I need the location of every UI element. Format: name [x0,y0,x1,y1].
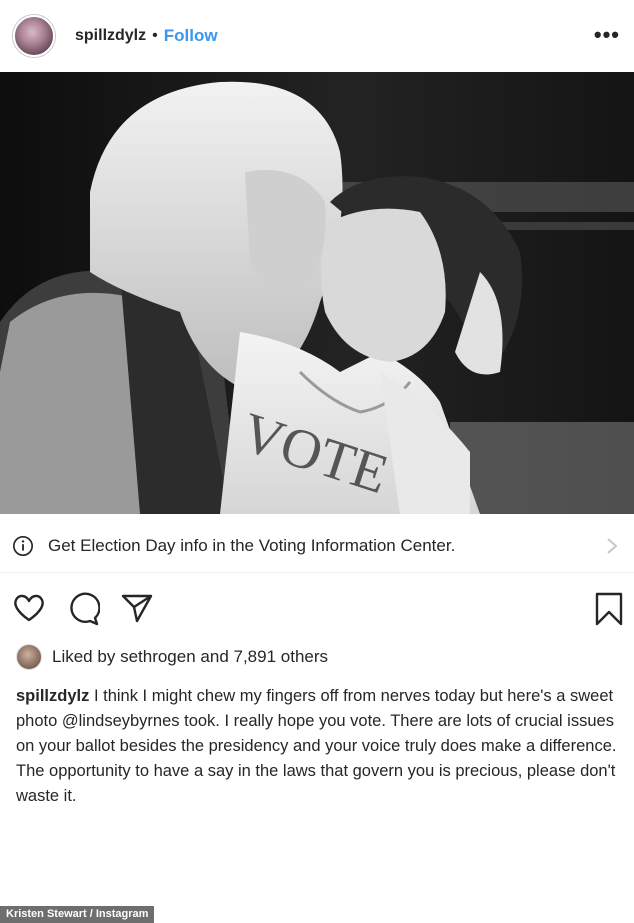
liker-username[interactable]: sethrogen [120,647,196,666]
post-header: spillzdylz • Follow ••• [0,0,634,72]
photo-credit: Kristen Stewart / Instagram [0,906,155,923]
likes-prefix: Liked by [52,647,116,666]
chevron-right-icon [607,538,618,554]
separator-dot: • [152,27,158,44]
bookmark-icon[interactable] [594,592,624,626]
likes-text[interactable]: Liked by sethrogen and 7,891 others [52,647,328,667]
post-caption: spillzdylz I think I might chew my finge… [16,684,626,809]
caption-mention[interactable]: @lindseybyrnes [62,712,180,730]
more-options-icon[interactable]: ••• [594,22,620,48]
voting-info-text: Get Election Day info in the Voting Info… [48,536,456,555]
post-photo-image: VOTE [0,72,634,514]
comment-icon[interactable] [66,592,100,626]
info-icon [13,536,33,556]
voting-info-banner[interactable]: Get Election Day info in the Voting Info… [0,520,634,573]
follow-button[interactable]: Follow [164,26,218,46]
heart-icon[interactable] [12,592,46,624]
share-icon[interactable] [120,592,154,624]
caption-username[interactable]: spillzdylz [16,687,89,705]
likes-suffix[interactable]: and 7,891 others [200,647,328,666]
likes-summary: Liked by sethrogen and 7,891 others [16,642,328,672]
liker-avatar[interactable] [16,644,42,670]
action-bar [0,592,634,632]
post-photo[interactable]: VOTE [0,72,634,514]
profile-avatar[interactable] [13,15,55,57]
username[interactable]: spillzdylz [75,27,146,45]
